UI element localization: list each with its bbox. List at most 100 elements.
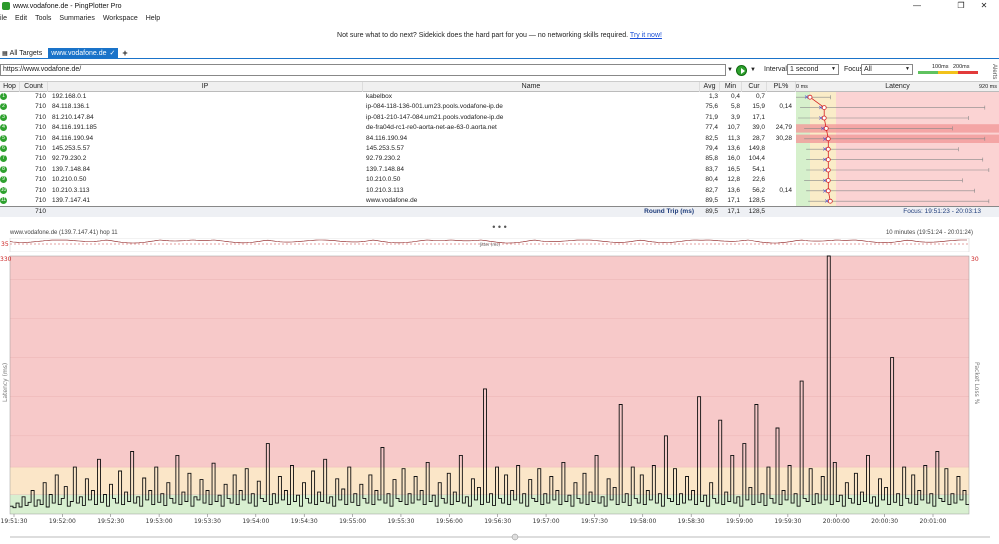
title-bar: www.vodafone.de - PingPlotter Pro — ❐ ✕	[0, 0, 999, 12]
hop-cur: 56,2	[752, 186, 765, 194]
hop-ip: 84.118.136.1	[52, 103, 90, 111]
hop-pl	[767, 92, 792, 101]
hop-min: 17,1	[727, 197, 740, 204]
hop-ip: 10.210.0.50	[52, 176, 87, 184]
hop-name: 145.253.5.57	[366, 145, 404, 152]
hop-cur: 22,6	[752, 176, 765, 184]
interval-label: Interval	[764, 66, 787, 73]
hop-count: 710	[35, 197, 46, 204]
hop-avg: 79,4	[705, 145, 718, 152]
tab-all-targets[interactable]: ▦ All Targets	[2, 50, 42, 57]
menu-edit[interactable]: Edit	[15, 15, 27, 22]
hop-min: 11,3	[727, 134, 740, 142]
x-tick-label: 19:51:30	[1, 518, 28, 525]
tab-vodafone[interactable]: www.vodafone.de ✓	[48, 48, 119, 58]
play-dropdown-icon[interactable]: ▼	[750, 64, 756, 76]
summary-avg: 89,5	[705, 208, 718, 215]
interval-select[interactable]: 1 second ▼	[787, 64, 839, 75]
summary-cur: 128,5	[748, 208, 765, 215]
add-tab-button[interactable]: +	[122, 48, 127, 58]
latency-chart[interactable]: 330 30 Latency (ms) Packet Loss % 19:51:30 19…	[0, 252, 999, 544]
hop-count: 710	[35, 103, 46, 111]
latency-hop-dot	[825, 167, 831, 173]
address-dropdown-icon[interactable]: ▼	[727, 64, 735, 76]
hop-ip: 139.7.148.84	[52, 165, 90, 173]
hop-ip: 10.210.3.113	[52, 186, 90, 194]
col-hop[interactable]: Hop	[0, 82, 20, 92]
hop-avg: 82,7	[705, 186, 718, 194]
legend-bad-bar	[958, 71, 978, 74]
latency-mini-graph: ×××××××××××	[796, 92, 999, 206]
latency-hop-dot	[823, 126, 829, 131]
hop-cur: 128,5	[748, 197, 765, 204]
hop-name: de-fra04d-rc1-re0-aorta-net-ae-63-0.aort…	[366, 124, 497, 132]
interval-value: 1 second	[790, 66, 819, 73]
col-name[interactable]: Name	[363, 82, 700, 92]
menu-summaries[interactable]: Summaries	[59, 15, 94, 22]
hop-name: ip-081-210-147-084.um21.pools.vodafone-i…	[366, 113, 504, 121]
latency-scale-max: 920 ms	[978, 84, 997, 90]
x-tick-label: 19:54:00	[242, 518, 269, 525]
hop-number: 5	[0, 134, 7, 142]
hop-number: 10	[0, 186, 7, 194]
menu-file[interactable]: ile	[0, 15, 7, 22]
hop-min: 12,8	[727, 176, 740, 184]
hop-name: 92.79.230.2	[366, 155, 401, 163]
summary-min: 17,1	[727, 208, 740, 215]
hop-number: 4	[0, 124, 7, 132]
hop-cur: 28,7	[752, 134, 765, 142]
hop-pl: 0,14	[779, 186, 792, 194]
hop-avg: 83,7	[705, 165, 718, 173]
hop-number: 3	[0, 113, 7, 121]
x-tick-label: 19:58:00	[629, 518, 656, 525]
hop-name: 84.116.190.94	[366, 134, 408, 142]
x-tick-label: 19:53:30	[194, 518, 221, 525]
hop-count: 710	[35, 93, 46, 100]
chevron-down-icon: ▼	[831, 66, 836, 72]
play-button[interactable]	[736, 65, 747, 76]
hop-min: 13,6	[727, 145, 740, 152]
menu-help[interactable]: Help	[146, 15, 160, 22]
chart-header: www.vodafone.de (139.7.147.41) hop 11 10…	[0, 230, 999, 238]
menu-workspace[interactable]: Workspace	[103, 15, 138, 22]
hop-min: 16,0	[727, 155, 740, 163]
focus-select[interactable]: All ▼	[861, 64, 913, 75]
latency-hop-dot	[825, 157, 831, 162]
col-latency[interactable]: 0 ms Latency 920 ms	[796, 82, 999, 92]
latency-hop-dot	[807, 94, 813, 100]
hop-cur: 104,4	[748, 155, 765, 163]
x-tick-label: 20:00:00	[823, 518, 850, 525]
latency-legend: 100ms 200ms	[918, 64, 978, 75]
hop-name: 10.210.3.113	[366, 186, 404, 194]
hop-pl: 30,28	[775, 134, 792, 142]
col-count[interactable]: Count	[20, 82, 48, 92]
hop-number: 6	[0, 145, 7, 152]
tab-all-targets-label: All Targets	[9, 49, 43, 57]
jitter-chart: 35 Jitter (ms)	[1, 238, 970, 252]
col-cur[interactable]: Cur	[742, 82, 767, 92]
promo-link[interactable]: Try it now!	[630, 32, 662, 39]
x-tick-label: 20:00:30	[871, 518, 898, 525]
hop-min: 16,5	[727, 165, 740, 173]
hop-avg: 85,8	[705, 155, 718, 163]
latency-hop-dot	[827, 198, 833, 204]
address-input[interactable]: https://www.vodafone.de/	[0, 64, 726, 76]
hop-avg: 77,4	[705, 124, 718, 132]
col-ip[interactable]: IP	[48, 82, 363, 92]
latency-hop-dot	[825, 188, 831, 194]
x-tick-label: 19:58:30	[678, 518, 705, 525]
hop-ip: 139.7.147.41	[52, 197, 90, 204]
x-tick-label: 19:55:30	[387, 518, 414, 525]
latency-hop-dot	[821, 115, 827, 121]
close-icon[interactable]: ✕	[969, 0, 999, 12]
menu-tools[interactable]: Tools	[35, 15, 51, 22]
hop-count: 710	[35, 113, 46, 121]
minimize-icon[interactable]: —	[902, 0, 932, 12]
col-min[interactable]: Min	[720, 82, 742, 92]
hop-table: Hop Count IP Name Avg Min Cur PL% 0 ms L…	[0, 81, 999, 217]
col-pl[interactable]: PL%	[767, 82, 796, 92]
col-avg[interactable]: Avg	[700, 82, 720, 92]
hop-number: 7	[0, 155, 7, 163]
chart-range[interactable]: 10 minutes (19:51:24 - 20:01:24)	[886, 230, 973, 236]
x-tick-label: 19:59:30	[774, 518, 801, 525]
